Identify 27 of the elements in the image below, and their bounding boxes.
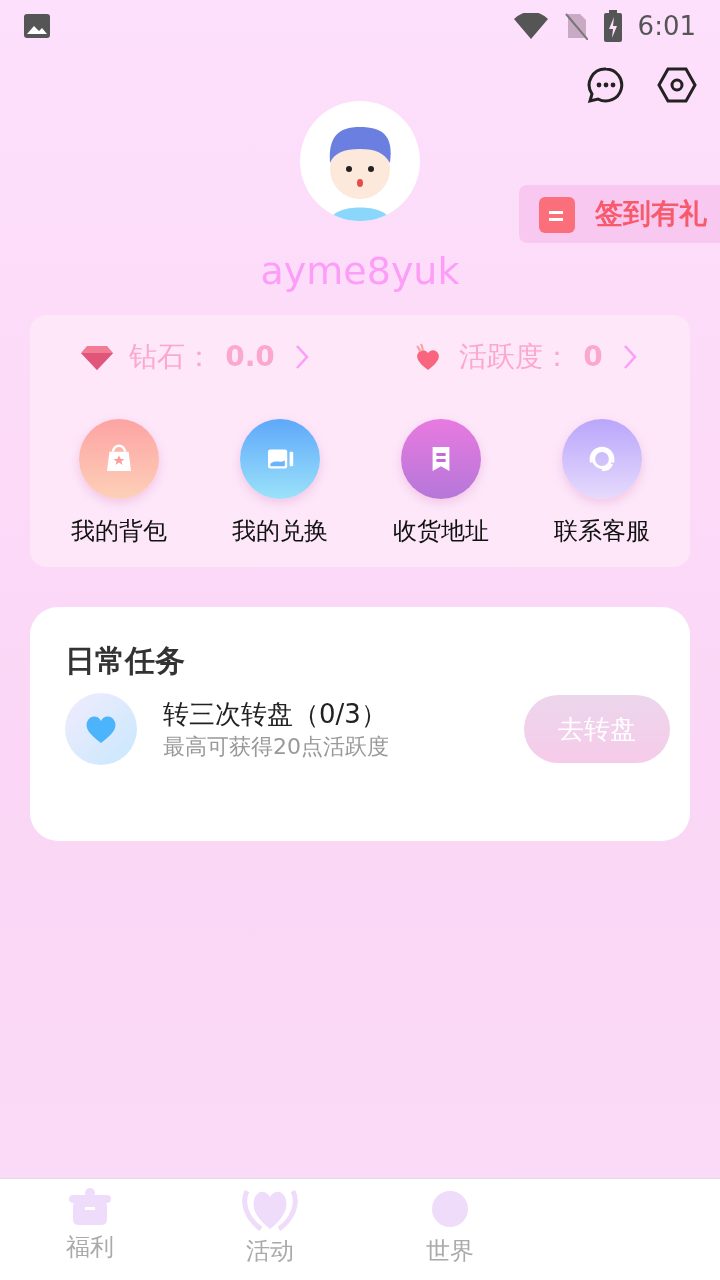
heart-icon <box>239 1187 301 1231</box>
battery-charging-icon <box>603 10 622 42</box>
stat-link[interactable]: 活跃度： 0 <box>360 337 690 377</box>
image-icon <box>24 14 50 38</box>
message-icon[interactable] <box>587 66 625 104</box>
gift-box-icon <box>67 1187 113 1227</box>
sign-in-gift-button[interactable]: 签到有礼 <box>519 185 720 243</box>
shortcut-button[interactable]: 我的兑换 <box>199 419 360 549</box>
chevron-right-icon <box>294 344 309 370</box>
clipboard-icon <box>539 195 575 233</box>
settings-icon[interactable] <box>657 66 697 104</box>
shortcut-button[interactable]: 我的背包 <box>38 419 199 549</box>
wifi-icon <box>513 13 548 39</box>
nav-tab[interactable]: 世界 <box>360 1179 540 1280</box>
shortcut-button[interactable]: 联系客服 <box>521 419 682 549</box>
section-title: 日常任务 <box>65 642 186 680</box>
chevron-right-icon <box>622 344 637 370</box>
task-subtitle: 最高可获得20点活跃度 <box>163 733 390 761</box>
nav-tab[interactable]: 福利 <box>0 1179 180 1280</box>
shortcut-button[interactable]: 收货地址 <box>360 419 521 549</box>
username: ayme8yuk <box>260 248 460 295</box>
nav-tab[interactable]: 活动 <box>180 1179 360 1280</box>
diamond-icon <box>81 344 114 370</box>
status-time: 6:01 <box>637 9 696 43</box>
task-title: 转三次转盘（0/3） <box>163 698 388 731</box>
no-sim-icon <box>563 12 588 40</box>
stat-link[interactable]: 钻石： 0.0 <box>30 337 360 377</box>
